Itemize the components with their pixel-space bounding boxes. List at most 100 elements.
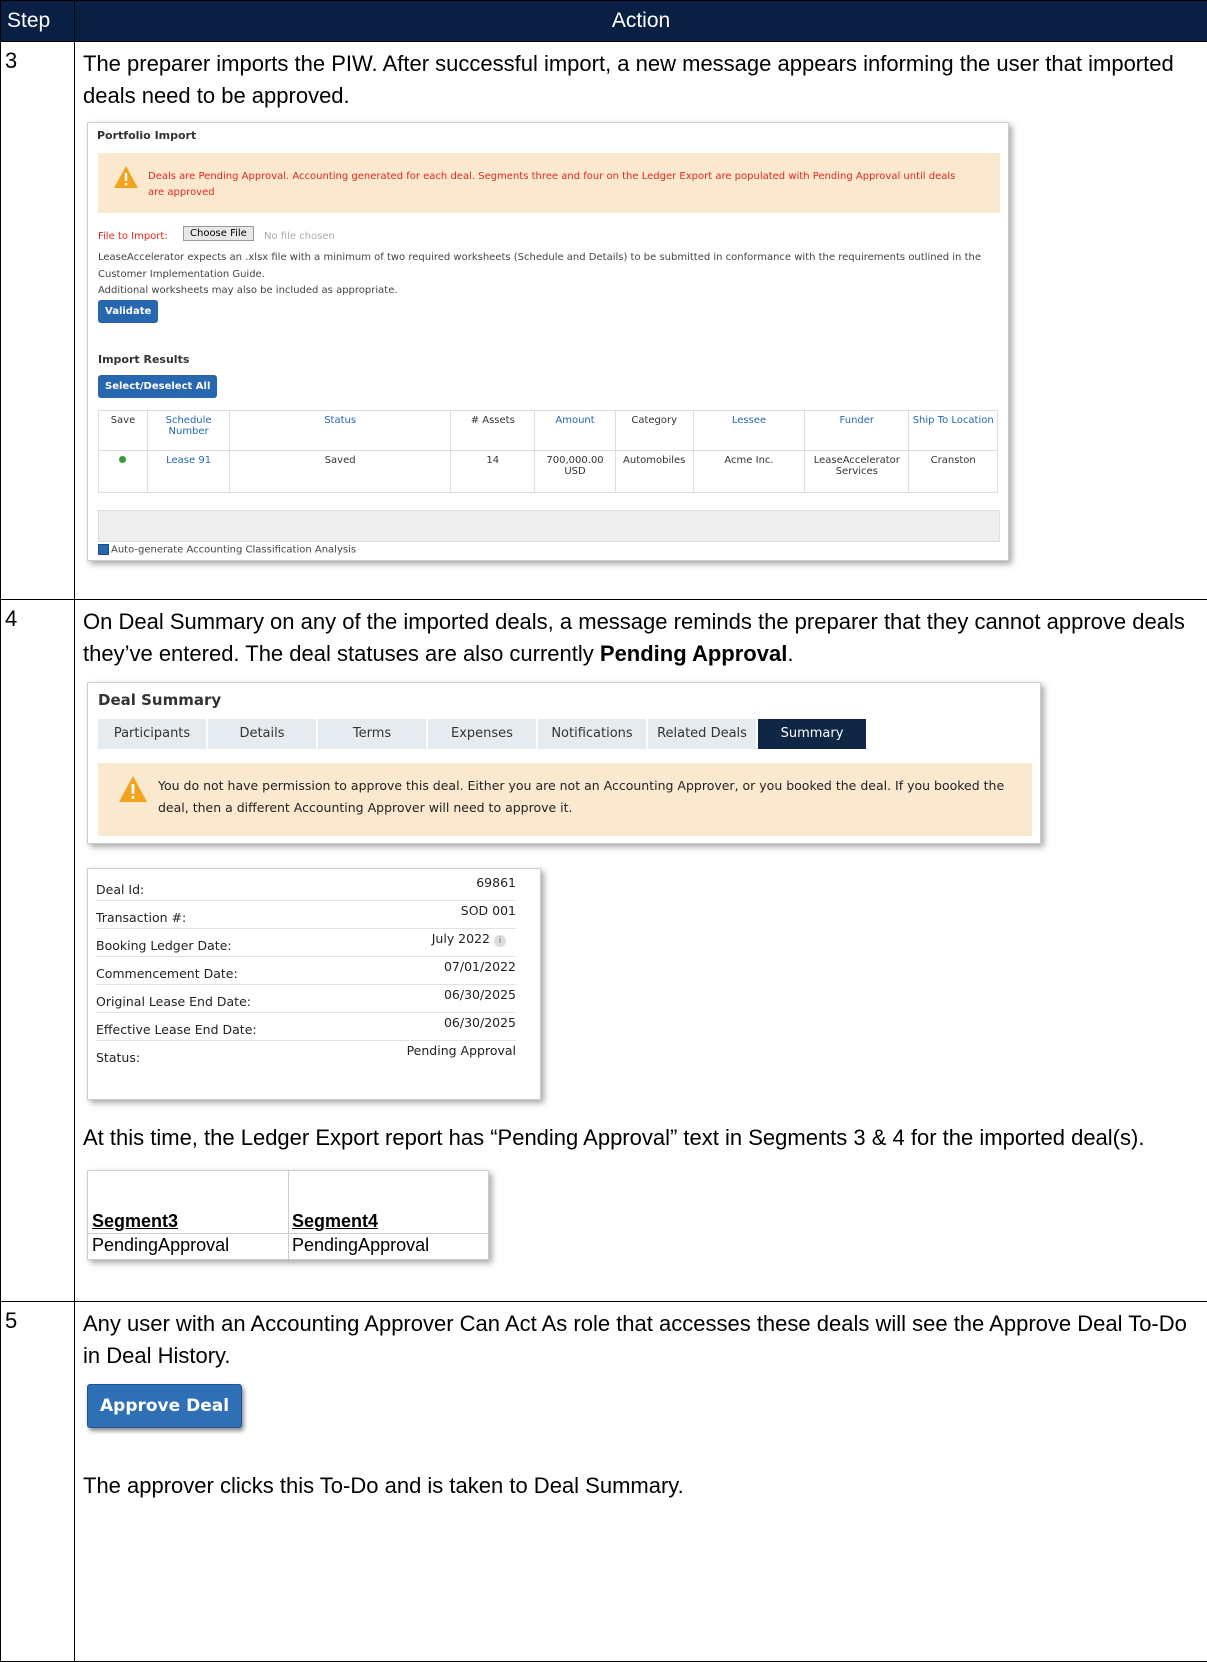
import-description: LeaseAccelerator expects an .xlsx file w…	[98, 249, 988, 283]
assets-cell: 14	[451, 451, 535, 493]
detail-row: Effective Lease End Date: 06/30/2025	[96, 1013, 516, 1041]
action-column-header: Action	[75, 1, 1207, 42]
detail-row: Booking Ledger Date: July 2022 i	[96, 929, 516, 957]
choose-file-button[interactable]: Choose File	[183, 226, 254, 241]
step-row-3: 3 The preparer imports the PIW. After su…	[1, 42, 1207, 600]
import-results-heading: Import Results	[98, 353, 189, 366]
deal-tabs: Participants Details Terms Expenses Noti…	[98, 719, 868, 749]
warning-icon	[113, 165, 139, 189]
detail-value: July 2022 i	[432, 931, 506, 947]
detail-value: Pending Approval	[407, 1043, 516, 1058]
status-cell: Saved	[230, 451, 451, 493]
detail-row: Deal Id: 69861	[96, 873, 516, 901]
column-header[interactable]: Amount	[535, 411, 615, 451]
lessee-cell: Acme Inc.	[693, 451, 804, 493]
booking-ledger-date: July 2022	[432, 931, 490, 946]
ledger-export-text: At this time, the Ledger Export report h…	[83, 1122, 1199, 1154]
approve-deal-button[interactable]: Approve Deal	[87, 1384, 242, 1428]
detail-label: Original Lease End Date:	[96, 994, 251, 1009]
table-header-row: Step Action	[1, 1, 1207, 42]
segment4-value: PendingApproval	[292, 1235, 429, 1256]
import-results-table: Save Schedule Number Status # Assets Amo…	[98, 410, 998, 493]
segment-row-divider	[88, 1233, 488, 1234]
step-number: 5	[1, 1302, 75, 1662]
amount-cell: 700,000.00 USD	[535, 451, 615, 493]
detail-label: Status:	[96, 1050, 140, 1065]
file-to-import-label: File to Import:	[98, 231, 168, 242]
table-row: Lease 91 Saved 14 700,000.00 USD Automob…	[99, 451, 998, 493]
deal-details-screenshot: Deal Id: 69861 Transaction #:SOD 001 Book…	[87, 868, 541, 1100]
results-header-row: Save Schedule Number Status # Assets Amo…	[99, 411, 998, 451]
status-emphasis: Pending Approval	[600, 641, 787, 666]
column-header[interactable]: Ship To Location	[909, 411, 998, 451]
approver-text: The approver clicks this To-Do and is ta…	[83, 1470, 1199, 1502]
step-text-end: .	[787, 641, 793, 666]
detail-row: Transaction #:SOD 001	[96, 901, 516, 929]
steps-table: Step Action 3 The preparer imports the P…	[0, 0, 1207, 1662]
detail-value: 06/30/2025	[444, 1015, 516, 1030]
column-header[interactable]: Status	[230, 411, 451, 451]
procedure-document: Step Action 3 The preparer imports the P…	[0, 0, 1207, 1662]
alert-message: You do not have permission to approve th…	[158, 775, 1018, 819]
step-number: 3	[1, 42, 75, 600]
tab-terms[interactable]: Terms	[318, 719, 426, 749]
tab-expenses[interactable]: Expenses	[428, 719, 536, 749]
step-column-header: Step	[1, 1, 75, 42]
segment3-header: Segment3	[92, 1211, 178, 1232]
permission-alert: You do not have permission to approve th…	[98, 763, 1032, 836]
funder-cell: LeaseAccelerator Services	[805, 451, 909, 493]
tab-summary[interactable]: Summary	[758, 719, 866, 749]
detail-value: 69861	[476, 875, 516, 890]
checkbox-checked-icon[interactable]	[98, 544, 109, 555]
column-header[interactable]: Lessee	[693, 411, 804, 451]
column-header: Save	[99, 411, 148, 451]
detail-value: 06/30/2025	[444, 987, 516, 1002]
detail-label: Deal Id:	[96, 882, 144, 897]
detail-row: Status: Pending Approval	[96, 1041, 516, 1068]
auto-generate-label: Auto-generate Accounting Classification …	[111, 545, 356, 556]
detail-label: Effective Lease End Date:	[96, 1022, 257, 1037]
results-footer	[98, 510, 1000, 542]
save-radio-cell[interactable]	[99, 451, 148, 493]
column-header: # Assets	[451, 411, 535, 451]
step-text: On Deal Summary on any of the imported d…	[83, 606, 1199, 670]
step-text: Any user with an Accounting Approver Can…	[83, 1308, 1199, 1372]
step-row-5: 5 Any user with an Accounting Approver C…	[1, 1302, 1207, 1662]
info-icon[interactable]: i	[494, 935, 506, 947]
panel-title: Portfolio Import	[97, 129, 196, 142]
warning-icon	[118, 775, 148, 803]
step-text: The preparer imports the PIW. After succ…	[83, 48, 1199, 112]
detail-row: Original Lease End Date: 06/30/2025	[96, 985, 516, 1013]
column-header[interactable]: Schedule Number	[147, 411, 229, 451]
detail-value: SOD 001	[461, 903, 516, 918]
category-cell: Automobiles	[615, 451, 693, 493]
no-file-text: No file chosen	[264, 231, 335, 242]
step-action: Any user with an Accounting Approver Can…	[75, 1302, 1207, 1662]
step-number: 4	[1, 600, 75, 1302]
segment3-value: PendingApproval	[92, 1235, 229, 1256]
detail-value: 07/01/2022	[444, 959, 516, 974]
warning-alert: Deals are Pending Approval. Accounting g…	[98, 153, 1000, 213]
select-deselect-all-button[interactable]: Select/Deselect All	[98, 375, 217, 398]
tab-details[interactable]: Details	[208, 719, 316, 749]
deal-summary-screenshot: Deal Summary Participants Details Terms …	[87, 682, 1041, 844]
portfolio-import-screenshot: Portfolio Import Deals are Pending Appro…	[87, 122, 1009, 561]
step-action: On Deal Summary on any of the imported d…	[75, 600, 1207, 1302]
auto-generate-option[interactable]: Auto-generate Accounting Classification …	[98, 544, 356, 556]
step-action: The preparer imports the PIW. After succ…	[75, 42, 1207, 600]
schedule-link[interactable]: Lease 91	[147, 451, 229, 493]
segment4-header: Segment4	[292, 1211, 378, 1232]
validate-button[interactable]: Validate	[98, 300, 158, 323]
detail-label: Booking Ledger Date:	[96, 938, 232, 953]
tab-notifications[interactable]: Notifications	[538, 719, 646, 749]
tab-participants[interactable]: Participants	[98, 719, 206, 749]
alert-message: Deals are Pending Approval. Accounting g…	[148, 169, 968, 201]
column-header[interactable]: Funder	[805, 411, 909, 451]
save-radio-icon[interactable]	[119, 456, 126, 463]
ledger-export-segments: Segment3 Segment4 PendingApproval Pendin…	[87, 1170, 489, 1260]
column-header: Category	[615, 411, 693, 451]
tab-related-deals[interactable]: Related Deals	[648, 719, 756, 749]
panel-title: Deal Summary	[98, 691, 221, 709]
detail-label: Commencement Date:	[96, 966, 238, 981]
step-row-4: 4 On Deal Summary on any of the imported…	[1, 600, 1207, 1302]
